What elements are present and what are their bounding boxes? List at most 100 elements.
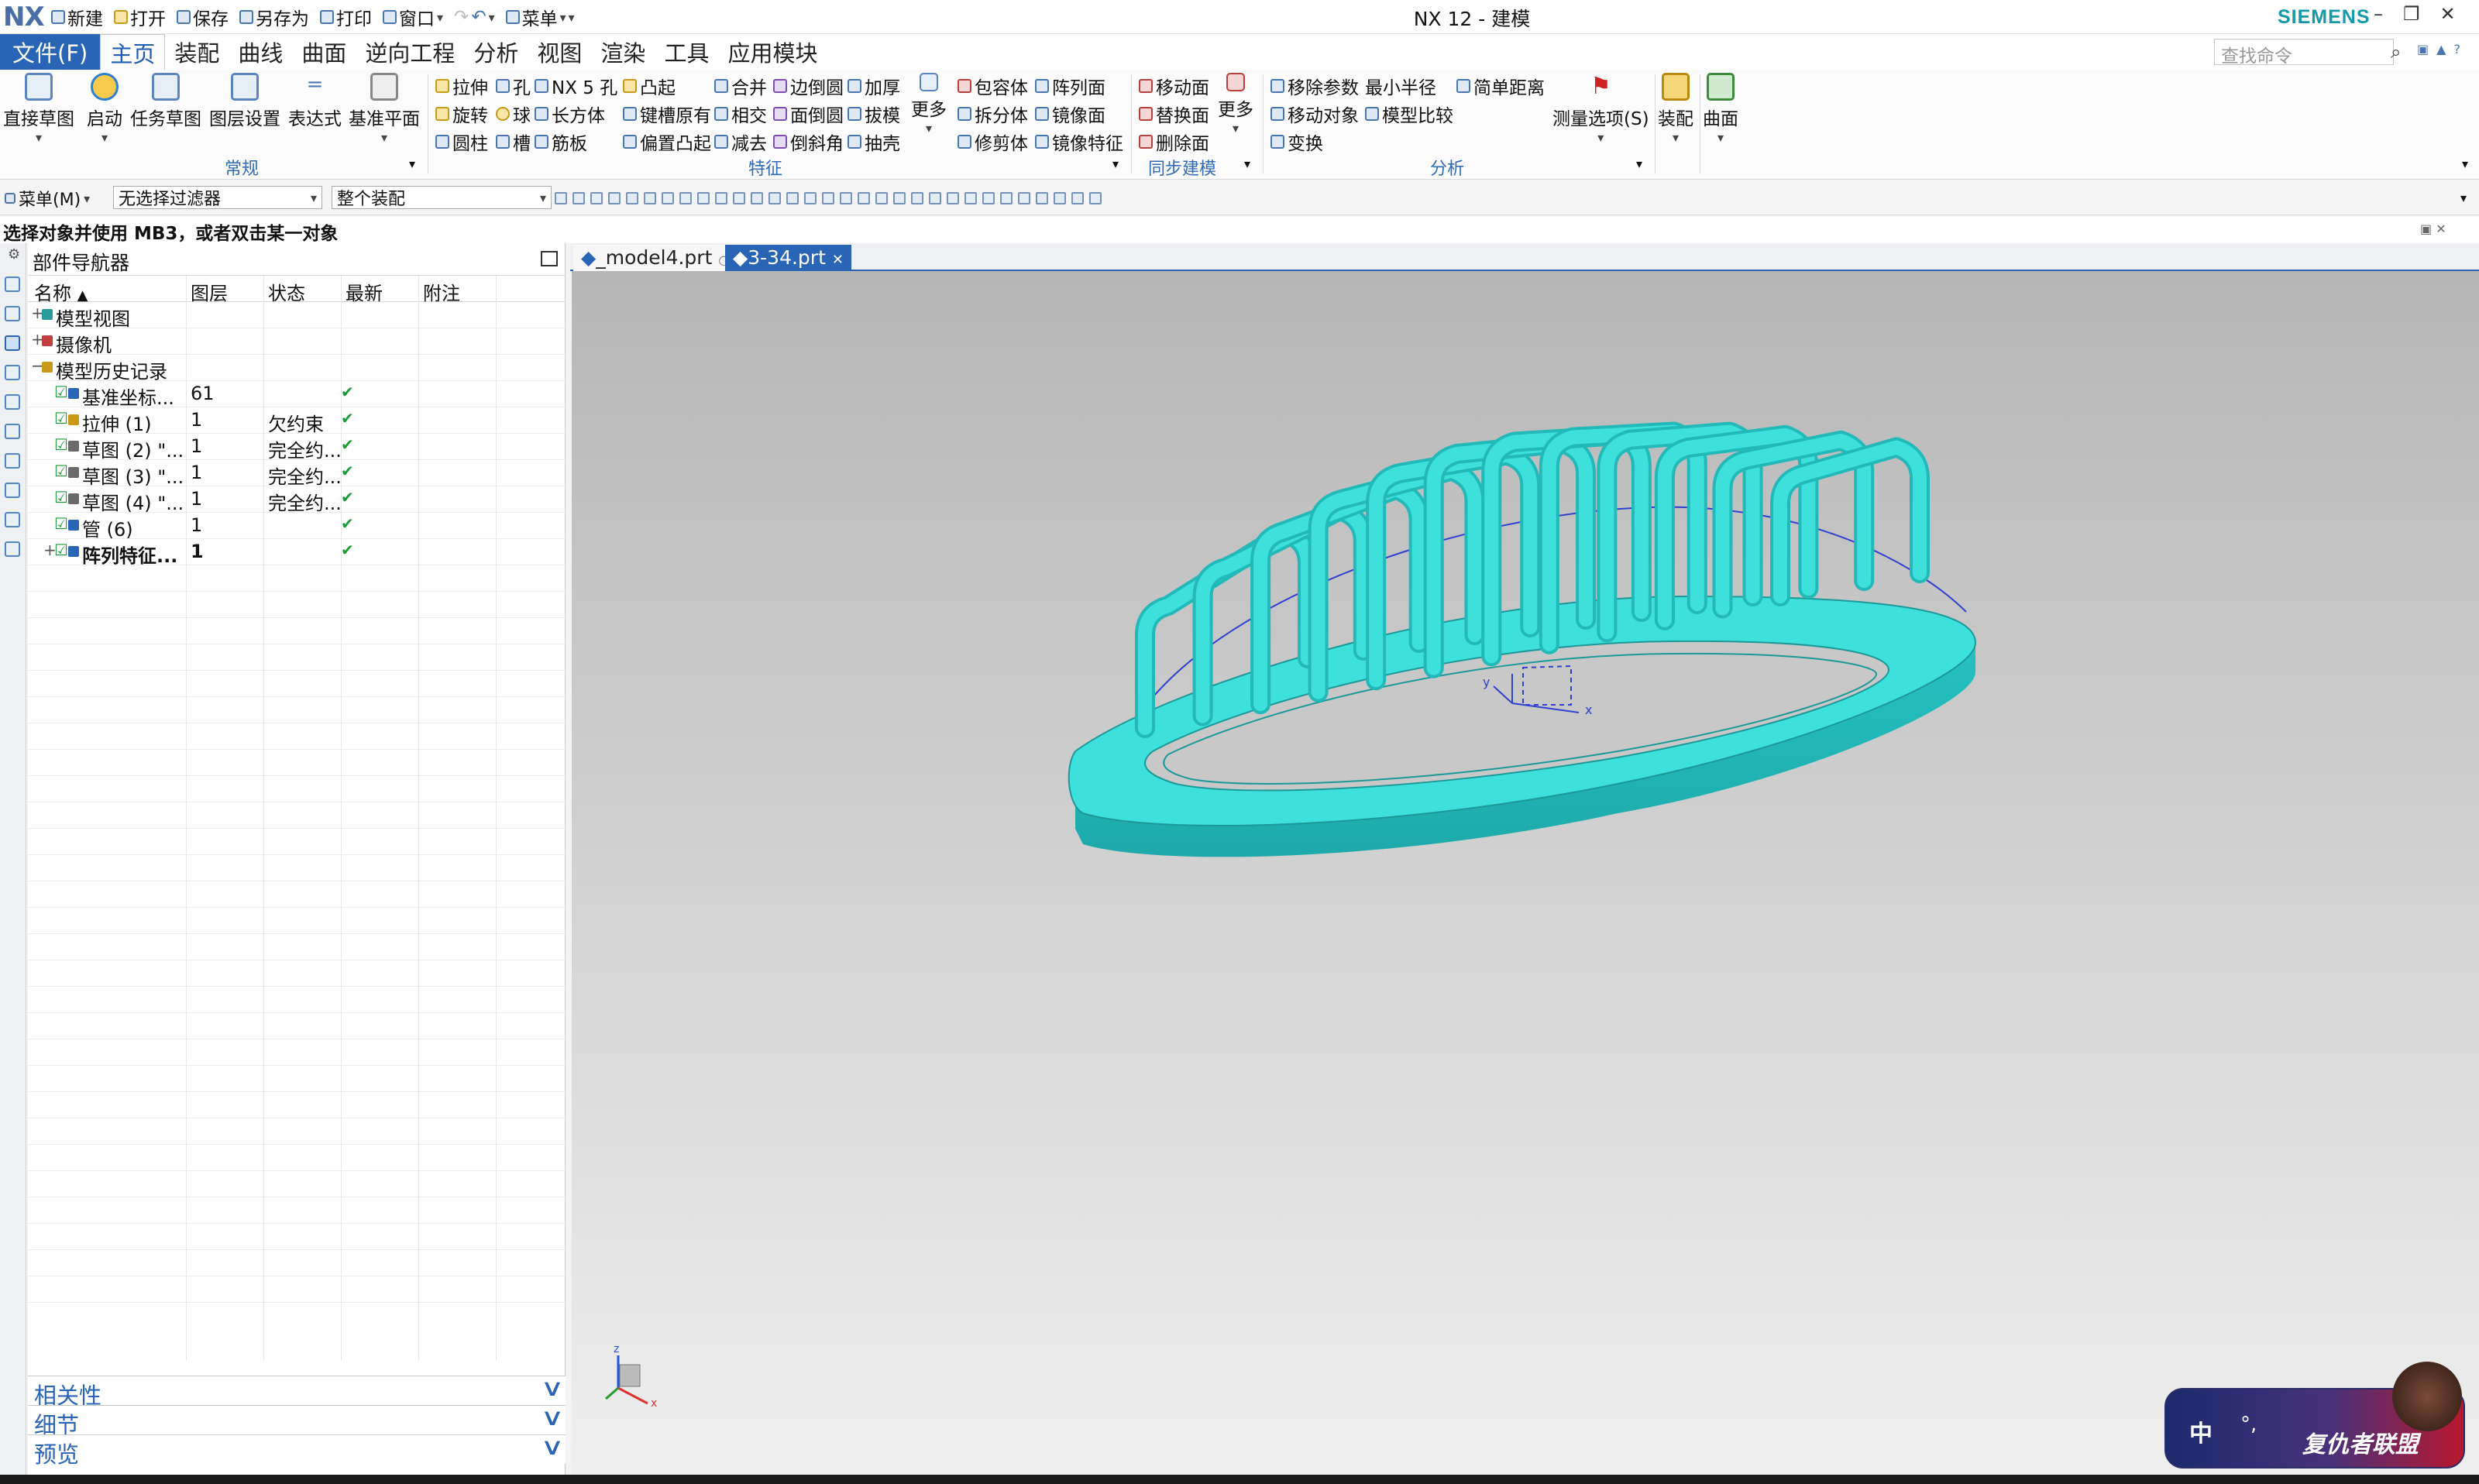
tab-3-34[interactable]: ◆3-34.prt ✕ [725, 245, 851, 271]
ime-punctuation-icon[interactable]: °, [2240, 1413, 2257, 1436]
snap-csys-icon[interactable] [893, 192, 906, 204]
snap-arc-center-icon[interactable] [964, 192, 977, 204]
tab-home[interactable]: 主页 [100, 34, 166, 70]
mirror-face-button[interactable]: 镜像面 [1035, 101, 1105, 127]
subtract-button[interactable]: 减去 [714, 129, 767, 155]
assembly-button[interactable]: 装配 ▾ [1658, 73, 1693, 145]
simple-distance-button[interactable]: 简单距离 [1456, 73, 1545, 99]
snap-grid-icon[interactable] [804, 192, 817, 204]
offset-emboss-button[interactable]: 偏置凸起 [623, 129, 711, 155]
feature-sketch-2[interactable]: ☑ 草图 (2) "... 1 完全约... ✔ [28, 434, 566, 462]
tree-node-model-views[interactable]: + 模型视图 [28, 302, 566, 330]
minimize-icon[interactable]: – [2374, 3, 2383, 25]
start-button[interactable]: 启动 ▾ [87, 73, 122, 145]
column-note[interactable]: 附注 [423, 278, 460, 305]
roles-icon[interactable] [5, 541, 20, 557]
file-menu[interactable]: 文件(F) [0, 34, 101, 70]
hd3d-icon[interactable] [5, 424, 20, 439]
feature-sketch-3[interactable]: ☑ 草图 (3) "... 1 完全约... ✔ [28, 460, 566, 488]
part-navigator-icon[interactable] [5, 335, 20, 351]
gear-icon[interactable]: ⚙ [8, 246, 20, 263]
tab-render[interactable]: 渲染 [591, 34, 655, 70]
datum-plane-button[interactable]: 基准平面 ▾ [349, 73, 420, 145]
graphics-viewport[interactable]: x y z x [572, 271, 2479, 1475]
delete-face-button[interactable]: 删除面 [1139, 129, 1209, 155]
move-face-button[interactable]: 移动面 [1139, 73, 1209, 99]
tree-node-model-history[interactable]: − 模型历史记录 [28, 355, 566, 383]
history-icon[interactable] [5, 453, 20, 469]
block-button[interactable]: 长方体 [535, 101, 605, 127]
tab-surface[interactable]: 曲面 [292, 34, 356, 70]
visibility-checkbox[interactable]: ☑ [54, 435, 68, 454]
selection-scope-dropdown[interactable]: 整个装配 ▾ [332, 186, 552, 209]
visibility-checkbox[interactable]: ☑ [54, 383, 68, 401]
close-icon[interactable]: ✕ [832, 252, 844, 268]
snap-tangent-icon[interactable] [822, 192, 834, 204]
intersect-button[interactable]: 相交 [714, 101, 767, 127]
column-name[interactable]: 名称 ▲ [34, 278, 88, 305]
command-search-input[interactable]: 查找命令 [2214, 39, 2394, 67]
tab-model4[interactable]: ◆_model4.prt ○ [573, 245, 738, 271]
snap-curve-icon[interactable] [715, 192, 727, 204]
snap-edge-icon[interactable] [929, 192, 941, 204]
tab-applications[interactable]: 应用模块 [718, 34, 827, 70]
snap-intersection-icon[interactable] [644, 192, 656, 204]
help-icon[interactable]: ? [2453, 42, 2460, 57]
tab-view[interactable]: 视图 [528, 34, 591, 70]
group-sync-expand[interactable]: ▾ [1244, 156, 1250, 171]
group-analysis-expand[interactable]: ▾ [1636, 156, 1642, 171]
thicken-button[interactable]: 加厚 [848, 73, 900, 99]
sphere-button[interactable]: 球 [496, 101, 531, 127]
view-orient-icon[interactable] [1054, 192, 1066, 204]
column-layer[interactable]: 图层 [191, 278, 228, 305]
layer-settings-button[interactable]: 图层设置 [209, 73, 280, 130]
cue-line-controls[interactable]: ▣ ✕ [2420, 222, 2446, 236]
feature-extrude[interactable]: ☑ 拉伸 (1) 1 欠约束 ✔ [28, 407, 566, 435]
visibility-checkbox[interactable]: ☑ [54, 409, 68, 428]
view-shade-icon[interactable] [1036, 192, 1048, 204]
snap-point-icon[interactable] [697, 192, 710, 204]
constraint-navigator-icon[interactable] [5, 306, 20, 321]
snap-face-icon[interactable] [733, 192, 745, 204]
feature-more-button[interactable]: 更多 ▾ [911, 73, 947, 136]
view-render-icon[interactable] [1018, 192, 1030, 204]
chamfer-button[interactable]: 倒斜角 [773, 129, 844, 155]
visibility-checkbox[interactable]: ☑ [54, 462, 68, 480]
minimum-radius-button[interactable]: 最小半径 [1365, 73, 1436, 99]
assembly-navigator-icon[interactable] [5, 277, 20, 292]
split-body-button[interactable]: 拆分体 [958, 101, 1028, 127]
remove-parameters-button[interactable]: 移除参数 [1270, 73, 1359, 99]
face-blend-button[interactable]: 面倒圆 [773, 101, 844, 127]
cylinder-button[interactable]: 圆柱 [435, 129, 488, 155]
tree-node-cameras[interactable]: + 摄像机 [28, 328, 566, 356]
collapse-icon[interactable]: ▲ [2436, 42, 2446, 57]
tab-tools[interactable]: 工具 [655, 34, 718, 70]
sync-more-button[interactable]: 更多 ▾ [1218, 73, 1253, 136]
menu-button[interactable]: 菜单(M) ▾ [5, 186, 90, 211]
direct-sketch-button[interactable]: 直接草图 ▾ [3, 73, 74, 145]
groove-button[interactable]: 槽 [496, 129, 531, 155]
group-general-expand[interactable]: ▾ [409, 156, 415, 171]
deselect-icon[interactable] [572, 192, 585, 204]
ime-language-toggle[interactable]: 中 [2189, 1414, 2213, 1448]
feature-pattern[interactable]: + ☑ 阵列特征... 1 ✔ [28, 539, 566, 567]
feature-datum-csys[interactable]: ☑ 基准坐标... 61 ✔ [28, 381, 566, 409]
select-all-icon[interactable] [555, 192, 567, 204]
nx5-hole-button[interactable]: NX 5 孔 [535, 73, 617, 99]
ribbon-options-icon[interactable]: ▾ [2462, 156, 2468, 171]
column-latest[interactable]: 最新 [346, 278, 383, 305]
edge-blend-button[interactable]: 边倒圆 [773, 73, 844, 99]
wrap-geometry-button[interactable]: 包容体 [958, 73, 1028, 99]
column-status[interactable]: 状态 [268, 278, 305, 305]
visibility-checkbox[interactable]: ☑ [54, 514, 68, 533]
snap-quadrant-icon[interactable] [679, 192, 692, 204]
visibility-checkbox[interactable]: ☑ [54, 541, 68, 559]
settings-icon[interactable]: ▣ [2417, 42, 2429, 57]
expression-button[interactable]: = 表达式 [288, 73, 342, 130]
measure-options-button[interactable]: ⚑ 测量选项(S) ▾ [1552, 73, 1649, 145]
view-layer-icon[interactable] [1089, 192, 1102, 204]
snap-vector-icon[interactable] [875, 192, 888, 204]
hole-button[interactable]: 孔 [496, 73, 531, 99]
feature-sketch-4[interactable]: ☑ 草图 (4) "... 1 完全约... ✔ [28, 486, 566, 514]
task-sketch-button[interactable]: 任务草图 [130, 73, 201, 130]
